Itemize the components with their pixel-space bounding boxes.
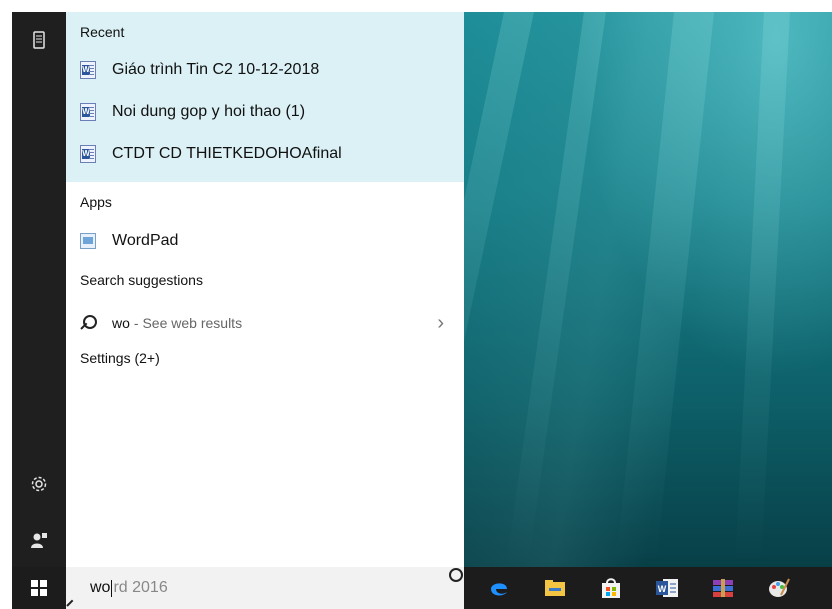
user-account-icon[interactable] [12,520,66,560]
search-icon [80,314,98,332]
chevron-right-icon[interactable]: › [437,312,444,335]
recent-section: Recent W Giáo trình Tin C2 10-12-2018 W … [66,12,464,182]
edge-icon[interactable] [476,567,522,609]
word-icon[interactable]: W [644,567,690,609]
windows-logo-icon [31,580,47,596]
svg-text:W: W [658,584,667,594]
search-typed-text: wo [90,579,111,596]
apps-title: Apps [80,194,112,210]
app-item-wordpad[interactable]: WordPad [66,221,464,261]
recent-item-label: Giáo trình Tin C2 10-12-2018 [112,61,320,78]
word-document-icon: W [80,145,96,163]
recent-title: Recent [80,24,125,40]
search-autocomplete-hint: rd 2016 [113,579,168,596]
word-document-icon: W [80,61,96,79]
paint-icon[interactable] [756,567,802,609]
search-suggestions-title: Search suggestions [80,272,203,288]
settings-gear-icon[interactable] [12,464,66,504]
text-caret [111,579,113,597]
winrar-icon[interactable] [700,567,746,609]
store-icon[interactable] [588,567,634,609]
wordpad-icon [80,233,96,249]
settings-title[interactable]: Settings (2+) [80,350,160,366]
recent-item[interactable]: W Noi dung gop y hoi thao (1) [66,92,464,132]
suggestion-subtitle: - See web results [133,315,243,331]
start-left-rail [12,12,66,567]
web-suggestion-item[interactable]: wo - See web results › [66,304,464,342]
app-item-label: WordPad [112,232,179,249]
recent-item-label: CTDT CD THIETKEDOHOAfinal [112,145,342,162]
tablet-icon[interactable] [12,20,66,60]
search-results-panel: Recent W Giáo trình Tin C2 10-12-2018 W … [66,12,464,567]
word-document-icon: W [80,103,96,121]
file-explorer-icon[interactable] [532,567,578,609]
recent-item-label: Noi dung gop y hoi thao (1) [112,103,306,120]
search-box[interactable]: wo rd 2016 [66,567,464,609]
taskbar: wo rd 2016 W [12,567,832,609]
start-button[interactable] [12,567,66,609]
recent-item[interactable]: W CTDT CD THIETKEDOHOAfinal [66,134,464,174]
suggestion-term: wo [112,315,130,331]
light-ray [734,12,790,567]
recent-item[interactable]: W Giáo trình Tin C2 10-12-2018 [66,50,464,90]
light-ray [615,12,714,567]
light-ray [505,12,606,567]
desktop-wallpaper [386,12,832,567]
